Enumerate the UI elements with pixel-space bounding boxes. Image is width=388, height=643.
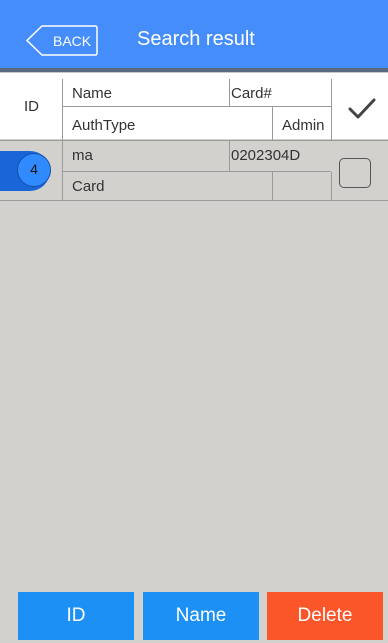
divider bbox=[229, 141, 230, 171]
header-name: Name bbox=[72, 85, 113, 102]
back-label: BACK bbox=[53, 33, 92, 49]
page-title: Search result bbox=[137, 28, 255, 50]
header-admin: Admin bbox=[282, 117, 325, 134]
table-header: ID Name Card# AuthType Admin bbox=[0, 72, 388, 140]
row-name: ma bbox=[72, 147, 93, 164]
header-authtype: AuthType bbox=[72, 117, 136, 134]
back-button[interactable]: BACK bbox=[26, 25, 98, 56]
divider bbox=[62, 106, 331, 107]
row-checkbox[interactable] bbox=[339, 158, 371, 188]
divider bbox=[331, 172, 332, 201]
sort-by-name-button[interactable]: Name bbox=[143, 592, 259, 640]
table-row[interactable]: 4 ma 0202304D Card bbox=[0, 140, 388, 201]
divider bbox=[272, 107, 273, 140]
header-id: ID bbox=[24, 98, 39, 115]
divider bbox=[229, 79, 230, 106]
row-card: 0202304D bbox=[231, 147, 301, 164]
divider bbox=[272, 172, 273, 201]
checkmark-icon[interactable] bbox=[348, 98, 376, 120]
sort-by-id-button[interactable]: ID bbox=[18, 592, 134, 640]
row-id: 4 bbox=[30, 161, 38, 177]
divider bbox=[331, 79, 332, 140]
delete-button[interactable]: Delete bbox=[267, 592, 383, 640]
row-authtype: Card bbox=[72, 178, 105, 195]
header-card: Card# bbox=[231, 85, 272, 102]
divider bbox=[62, 171, 331, 172]
divider bbox=[62, 79, 63, 140]
top-bar: BACK Search result bbox=[0, 0, 388, 72]
